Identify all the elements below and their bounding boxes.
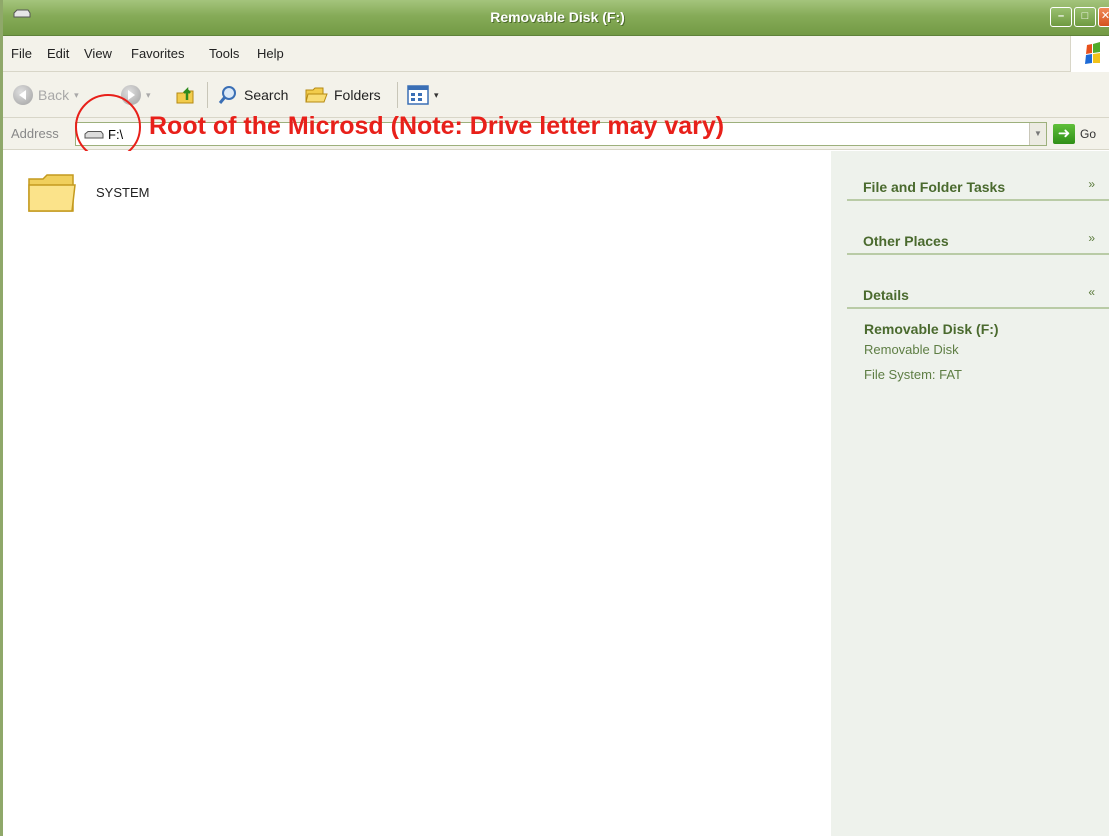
details-drive-name: Removable Disk (F:) [864, 321, 999, 337]
menu-file[interactable]: File [11, 46, 32, 61]
go-label: Go [1080, 127, 1097, 141]
search-icon [218, 86, 236, 104]
section-title: Other Places [863, 233, 949, 249]
folder-icon [28, 174, 76, 212]
up-folder-button[interactable] [175, 84, 197, 106]
back-label: Back [38, 87, 70, 103]
back-button[interactable]: Back ▾ [13, 84, 79, 106]
section-file-folder-tasks[interactable]: File and Folder Tasks » [847, 171, 1109, 201]
menu-view[interactable]: View [84, 46, 112, 61]
expand-chevron-icon[interactable]: » [1088, 177, 1095, 191]
toolbar-separator [207, 82, 208, 108]
details-file-system: File System: FAT [864, 367, 962, 382]
annotation-text: Root of the Microsd (Note: Drive letter … [149, 112, 725, 140]
details-drive-type: Removable Disk [864, 342, 959, 357]
title-bar[interactable]: Removable Disk (F:) – □ ✕ [3, 0, 1109, 36]
views-button[interactable]: ▾ [407, 84, 439, 106]
search-button[interactable]: Search [217, 84, 288, 106]
menu-tools[interactable]: Tools [209, 46, 239, 61]
menu-help[interactable]: Help [257, 46, 284, 61]
back-arrow-icon [13, 85, 33, 105]
go-button[interactable]: ➜ Go [1053, 124, 1096, 144]
section-details[interactable]: Details « [847, 279, 1109, 309]
expand-chevron-icon[interactable]: » [1088, 231, 1095, 245]
views-dropdown-icon: ▾ [434, 89, 439, 100]
folders-button[interactable]: Folders [305, 84, 381, 106]
menu-edit[interactable]: Edit [47, 46, 69, 61]
section-other-places[interactable]: Other Places » [847, 225, 1109, 255]
search-label: Search [244, 87, 289, 103]
address-dropdown-button[interactable]: ▼ [1029, 123, 1046, 145]
minimize-button[interactable]: – [1050, 7, 1072, 27]
task-pane: File and Folder Tasks » Other Places » D… [831, 151, 1109, 836]
views-icon [407, 85, 429, 105]
folders-icon [305, 87, 328, 103]
section-title: Details [863, 287, 909, 303]
back-dropdown-icon: ▾ [74, 89, 79, 100]
toolbar-separator [397, 82, 398, 108]
windows-logo-icon [1070, 36, 1109, 72]
go-arrow-icon: ➜ [1053, 124, 1075, 144]
file-list[interactable]: SYSTEM [6, 151, 831, 836]
window-title: Removable Disk (F:) [490, 9, 625, 25]
menu-bar: File Edit View Favorites Tools Help [3, 36, 1109, 72]
close-button[interactable]: ✕ [1098, 7, 1109, 27]
maximize-button[interactable]: □ [1074, 7, 1096, 27]
window-controls: – □ ✕ [1050, 7, 1109, 27]
list-item[interactable]: SYSTEM [26, 167, 149, 219]
menu-favorites[interactable]: Favorites [131, 46, 184, 61]
explorer-window: Removable Disk (F:) – □ ✕ File Edit View… [0, 0, 1109, 836]
forward-dropdown-icon: ▾ [146, 89, 151, 100]
folders-label: Folders [334, 87, 381, 103]
folder-name: SYSTEM [96, 185, 150, 200]
up-folder-icon [176, 86, 194, 104]
section-title: File and Folder Tasks [863, 179, 1006, 195]
collapse-chevron-icon[interactable]: « [1088, 285, 1095, 299]
address-label: Address [11, 126, 59, 141]
